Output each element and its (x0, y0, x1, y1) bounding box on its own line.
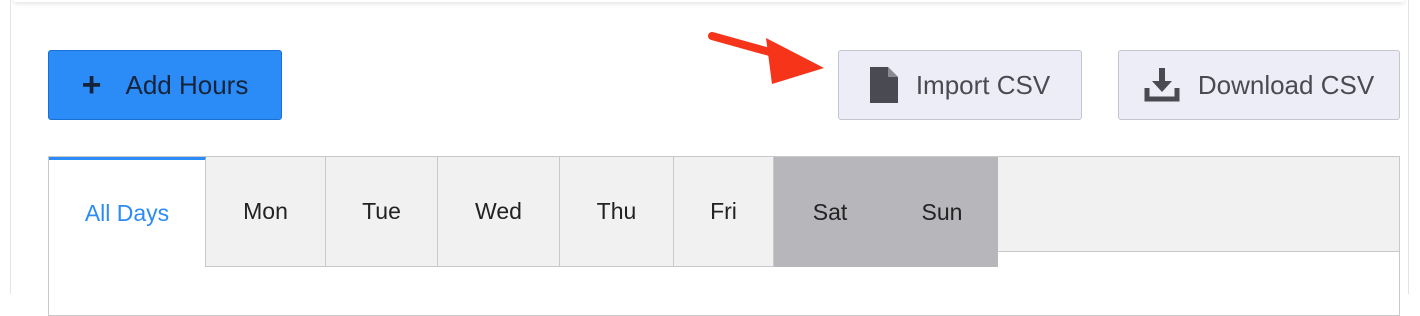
day-tabs-panel: All Days Mon Tue Wed Thu Fri Sat Sun (48, 156, 1400, 316)
download-csv-label: Download CSV (1197, 69, 1375, 100)
top-panel-edge (14, 0, 1404, 2)
tab-wed[interactable]: Wed (438, 157, 560, 267)
tab-all-days[interactable]: All Days (49, 157, 206, 267)
tab-fri[interactable]: Fri (674, 157, 774, 267)
tab-sun[interactable]: Sun (886, 157, 998, 267)
red-arrow-annotation (708, 32, 824, 84)
tab-sat[interactable]: Sat (774, 157, 886, 267)
import-csv-button[interactable]: Import CSV (838, 50, 1082, 120)
plus-icon: + (81, 66, 102, 104)
add-hours-label: Add Hours (125, 69, 249, 100)
download-csv-button[interactable]: Download CSV (1118, 50, 1400, 120)
document-icon (869, 67, 898, 103)
tab-strip-filler (998, 157, 1399, 252)
tab-thu[interactable]: Thu (560, 157, 674, 267)
add-hours-button[interactable]: + Add Hours (48, 50, 282, 120)
page-border-left (10, 0, 11, 294)
import-csv-label: Import CSV (915, 69, 1051, 100)
download-icon (1144, 68, 1180, 102)
tab-tue[interactable]: Tue (326, 157, 438, 267)
page-border-right (1408, 0, 1409, 294)
tab-mon[interactable]: Mon (206, 157, 326, 267)
